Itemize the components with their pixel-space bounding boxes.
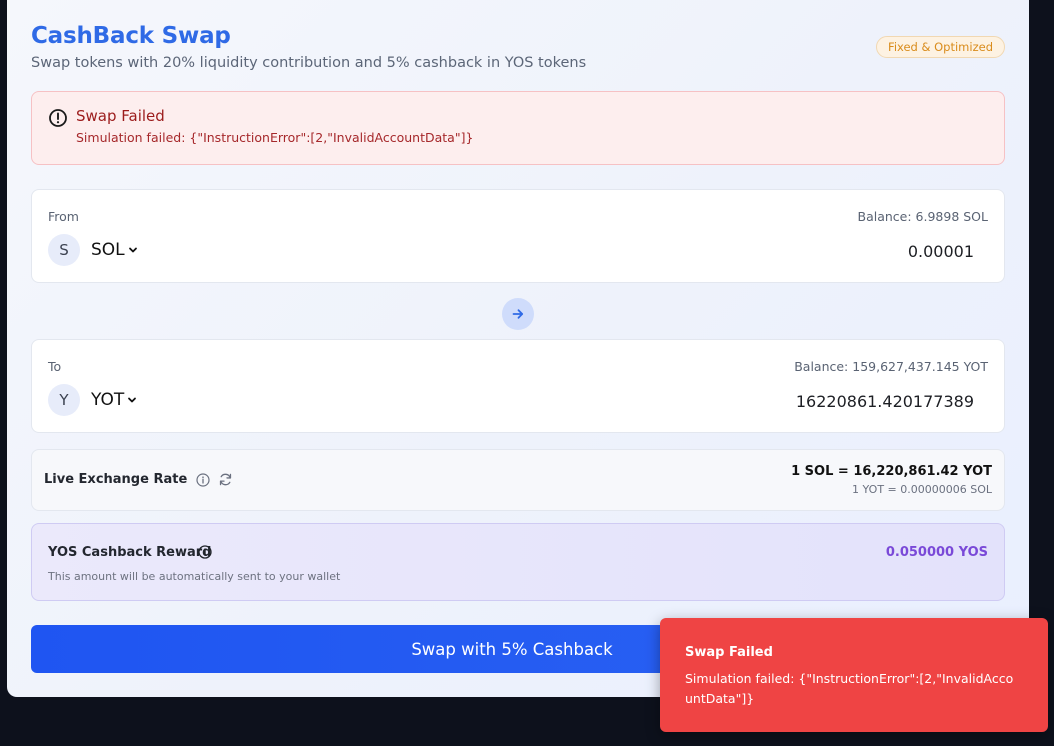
to-token-panel: To Balance: 159,627,437.145 YOT Y YOT — [31, 339, 1005, 433]
from-amount-input[interactable] — [554, 238, 974, 264]
swap-button-label: Swap with 5% Cashback — [411, 639, 613, 659]
from-token-panel: From Balance: 6.9898 SOL S SOL — [31, 189, 1005, 283]
exchange-rate-label: Live Exchange Rate — [44, 472, 188, 487]
from-token-select[interactable]: SOL — [91, 240, 138, 260]
swap-card: CashBack Swap Swap tokens with 20% liqui… — [7, 0, 1029, 697]
exchange-rate-inverse: 1 YOT = 0.00000006 SOL — [852, 483, 992, 496]
to-balance: Balance: 159,627,437.145 YOT — [794, 359, 988, 374]
from-balance: Balance: 6.9898 SOL — [857, 209, 989, 224]
to-token-avatar: Y — [48, 384, 80, 416]
from-token-avatar: S — [48, 234, 80, 266]
toast-message: Simulation failed: {"InstructionError":[… — [685, 671, 1014, 706]
cashback-reward-value: 0.050000 YOS — [885, 545, 988, 560]
alert-title: Swap Failed — [76, 107, 165, 125]
arrow-right-icon — [512, 309, 524, 319]
exchange-rate-value: 1 SOL = 16,220,861.42 YOT — [791, 464, 992, 479]
exchange-rate-panel: Live Exchange Rate 1 SOL = 16,220,861.42… — [31, 449, 1005, 511]
cashback-reward-panel: YOS Cashback Reward 0.050000 YOS This am… — [31, 523, 1005, 601]
status-badge: Fixed & Optimized — [876, 36, 1005, 58]
error-alert: Swap Failed Simulation failed: {"Instruc… — [31, 91, 1005, 165]
to-token-symbol: YOT — [91, 390, 125, 410]
alert-message: Simulation failed: {"InstructionError":[… — [76, 130, 474, 145]
from-label: From — [48, 209, 79, 224]
page-title: CashBack Swap — [31, 23, 231, 49]
toast-title: Swap Failed — [685, 645, 773, 660]
refresh-icon[interactable] — [218, 472, 233, 487]
cashback-reward-label: YOS Cashback Reward — [48, 545, 212, 560]
from-token-symbol: SOL — [91, 240, 125, 260]
swap-direction-button[interactable] — [502, 298, 534, 330]
cashback-reward-note: This amount will be automatically sent t… — [48, 570, 341, 583]
error-toast[interactable]: Swap Failed Simulation failed: {"Instruc… — [660, 618, 1048, 732]
to-token-select[interactable]: YOT — [91, 390, 137, 410]
info-icon[interactable] — [198, 545, 212, 559]
info-icon[interactable] — [196, 473, 210, 487]
chevron-down-icon — [128, 247, 137, 253]
chevron-down-icon — [128, 397, 137, 403]
to-label: To — [48, 359, 62, 374]
page-subtitle: Swap tokens with 20% liquidity contribut… — [31, 55, 587, 71]
alert-circle-icon — [49, 109, 67, 127]
to-amount-input[interactable] — [554, 388, 974, 414]
